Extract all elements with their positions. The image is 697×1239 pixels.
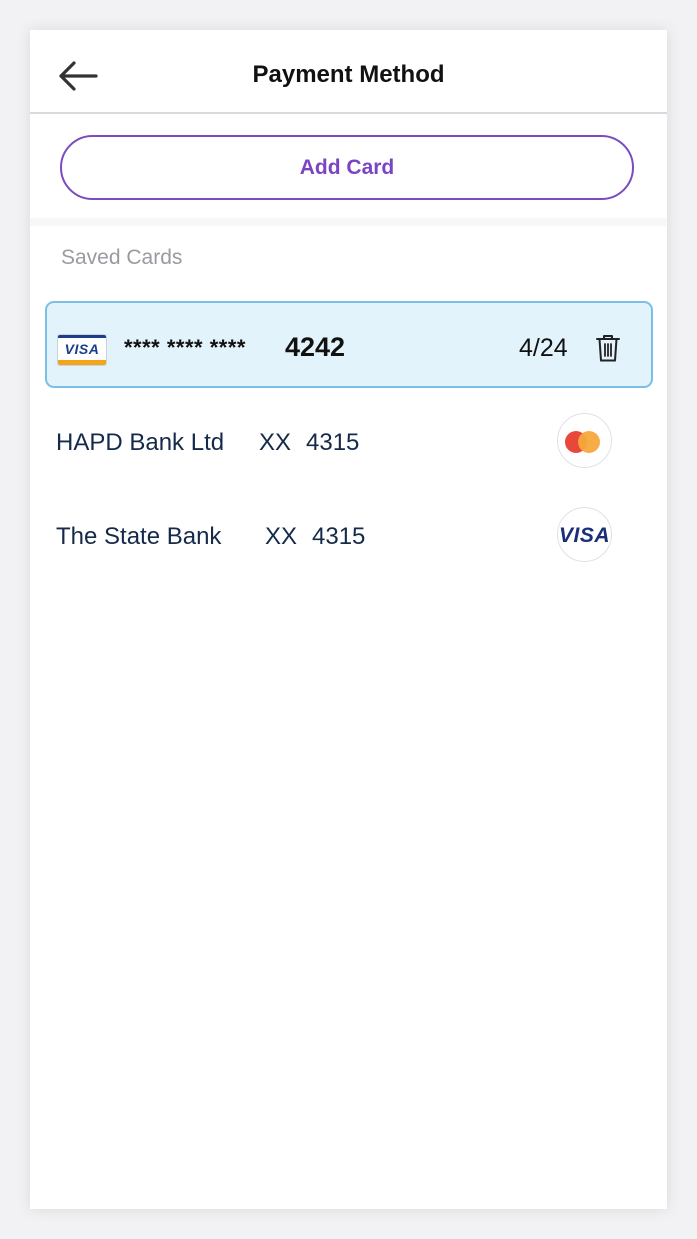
selected-card-row[interactable]: VISA **** **** **** 4242 4/24 bbox=[45, 301, 653, 388]
bank-card-row[interactable]: HAPD Bank Ltd XX 4315 bbox=[30, 406, 667, 476]
visa-logo-text: VISA bbox=[558, 524, 610, 547]
bank-name: HAPD Bank Ltd bbox=[56, 429, 225, 456]
card-expiry: 4/24 bbox=[519, 334, 568, 362]
card-last-four: 4242 bbox=[285, 332, 346, 362]
delete-card-button[interactable] bbox=[595, 333, 621, 363]
add-card-button[interactable]: Add Card bbox=[60, 135, 634, 200]
visa-chip-label: VISA bbox=[64, 341, 100, 357]
masked-card-number: **** **** **** bbox=[124, 335, 246, 360]
bank-card-row[interactable]: The State Bank XX 4315 VISA bbox=[30, 500, 667, 570]
payment-method-screen: Payment Method Add Card Saved Cards VISA… bbox=[30, 30, 667, 1209]
bank-card-number: 4315 bbox=[312, 523, 366, 550]
page-title: Payment Method bbox=[252, 61, 445, 88]
visa-icon: VISA bbox=[557, 507, 612, 562]
app-header: Payment Method bbox=[30, 30, 667, 114]
bank-card-mask: XX bbox=[265, 523, 298, 550]
bank-name: The State Bank bbox=[56, 523, 222, 550]
bank-card-mask: XX bbox=[259, 429, 292, 456]
mastercard-icon bbox=[557, 413, 612, 468]
trash-icon bbox=[596, 335, 620, 362]
bank-card-number: 4315 bbox=[306, 429, 360, 456]
add-card-section: Add Card bbox=[30, 114, 667, 226]
saved-cards-label: Saved Cards bbox=[61, 246, 183, 269]
visa-card-icon: VISA bbox=[57, 334, 107, 366]
